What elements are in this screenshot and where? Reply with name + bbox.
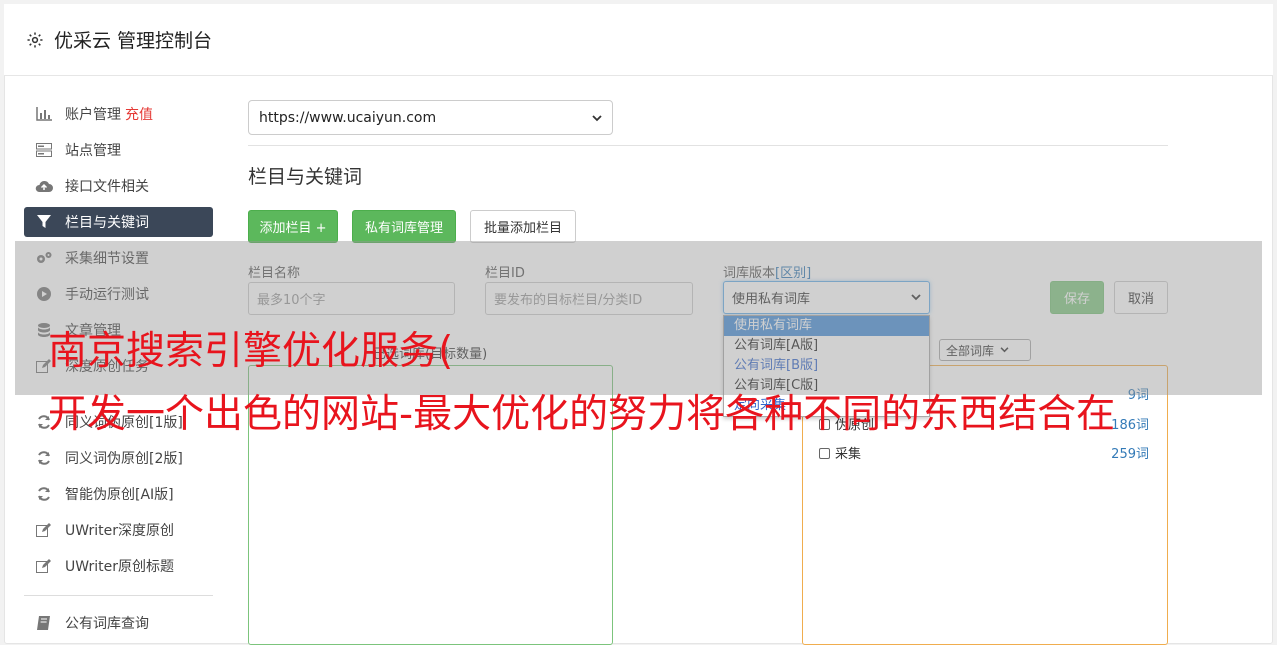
sidebar-item-label: 采集细节设置 (65, 251, 149, 267)
column-id-input[interactable]: 要发布的目标栏目/分类ID (485, 282, 693, 315)
sidebar-item-label: 智能伪原创[AI版] (65, 487, 174, 503)
library-count: 186词 (1111, 418, 1149, 433)
header: 优采云 管理控制台 (4, 4, 1273, 76)
library-row[interactable]: 采集 259词 (819, 443, 1149, 462)
section-title: 栏目与关键词 (248, 166, 363, 188)
library-count: 9词 (1127, 388, 1149, 403)
column-id-label: 栏目ID (485, 266, 525, 281)
chevron-down-icon (1000, 347, 1009, 353)
overlay-text-line-1: 南京搜索引擎优化服务( (48, 329, 454, 374)
sidebar-item-account[interactable]: 账户管理 充值 (24, 99, 213, 129)
sidebar-item-label: 同义词伪原创[2版] (65, 451, 183, 467)
difference-link[interactable]: [区别] (775, 266, 811, 281)
overlay-text-line-2: 开发一个出色的网站-最大优化的努力将各种不同的东西结合在 (48, 392, 1116, 437)
filter-icon (35, 213, 53, 231)
batch-add-column-button[interactable]: 批量添加栏目 (470, 210, 576, 243)
sidebar-item-uwriter-title[interactable]: UWriter原创标题 (24, 551, 213, 581)
sidebar-item-columns[interactable]: 栏目与关键词 (24, 207, 213, 237)
site-select[interactable]: https://www.ucaiyun.com (248, 100, 613, 135)
library-name: 采集 (835, 447, 862, 462)
sidebar-item-ai-rewrite[interactable]: 智能伪原创[AI版] (24, 479, 213, 509)
cancel-button[interactable]: 取消 (1114, 281, 1168, 314)
server-icon (35, 141, 53, 159)
sidebar-item-synonym-v2[interactable]: 同义词伪原创[2版] (24, 443, 213, 473)
private-library-button[interactable]: 私有词库管理 (352, 210, 456, 243)
library-version-select[interactable]: 使用私有词库 (723, 281, 930, 314)
sidebar-item-uwriter-deep[interactable]: UWriter深度原创 (24, 515, 213, 545)
edit-icon (35, 521, 53, 539)
refresh-icon (35, 449, 53, 467)
sidebar-item-label: 站点管理 (65, 143, 121, 159)
checkbox[interactable] (819, 448, 830, 459)
refresh-icon (35, 485, 53, 503)
sidebar-item-label: UWriter深度原创 (65, 523, 174, 539)
library-version-value: 使用私有词库 (732, 292, 811, 307)
dropdown-option[interactable]: 公有词库[B版] (724, 356, 929, 376)
play-circle-icon (35, 285, 53, 303)
chevron-down-icon (911, 290, 921, 305)
sidebar-item-label: 公有词库查询 (65, 616, 149, 632)
sidebar-item-public-lib[interactable]: 公有词库查询 (24, 608, 213, 638)
library-version-label: 词库版本[区别] (723, 266, 812, 281)
save-button[interactable]: 保存 (1050, 281, 1104, 314)
sidebar-item-label: UWriter原创标题 (65, 559, 174, 575)
add-column-button[interactable]: 添加栏目 + (248, 210, 338, 243)
dropdown-option[interactable]: 使用私有词库 (724, 316, 929, 336)
library-count: 259词 (1111, 447, 1149, 462)
divider (248, 145, 1168, 146)
sidebar-item-collect-settings[interactable]: 采集细节设置 (24, 243, 213, 273)
library-filter-select[interactable]: 全部词库 (939, 339, 1031, 361)
sidebar-divider (24, 595, 213, 596)
sidebar-item-label: 手动运行测试 (65, 287, 149, 303)
sidebar-item-label: 账户管理 (65, 107, 121, 123)
column-name-label: 栏目名称 (248, 266, 301, 281)
page-title: 优采云 管理控制台 (54, 30, 213, 52)
recharge-link[interactable]: 充值 (125, 104, 153, 124)
gear-icon (27, 32, 43, 47)
sidebar-item-manual-run[interactable]: 手动运行测试 (24, 279, 213, 309)
brand: 优采云 管理控制台 (26, 26, 212, 53)
edit-icon (35, 557, 53, 575)
sidebar-item-interface[interactable]: 接口文件相关 (24, 171, 213, 201)
gears-icon (35, 249, 53, 267)
sidebar-item-sites[interactable]: 站点管理 (24, 135, 213, 165)
chevron-down-icon (592, 110, 602, 126)
sidebar-item-label: 接口文件相关 (65, 179, 149, 195)
cloud-upload-icon (35, 177, 53, 195)
dropdown-option[interactable]: 公有词库[A版] (724, 336, 929, 356)
library-filter-value: 全部词库 (946, 343, 995, 358)
bar-chart-icon (35, 105, 53, 123)
book-icon (35, 614, 53, 632)
site-select-value: https://www.ucaiyun.com (259, 109, 437, 126)
column-name-input[interactable]: 最多10个字 (248, 282, 455, 315)
sidebar-item-label: 栏目与关键词 (65, 215, 149, 231)
